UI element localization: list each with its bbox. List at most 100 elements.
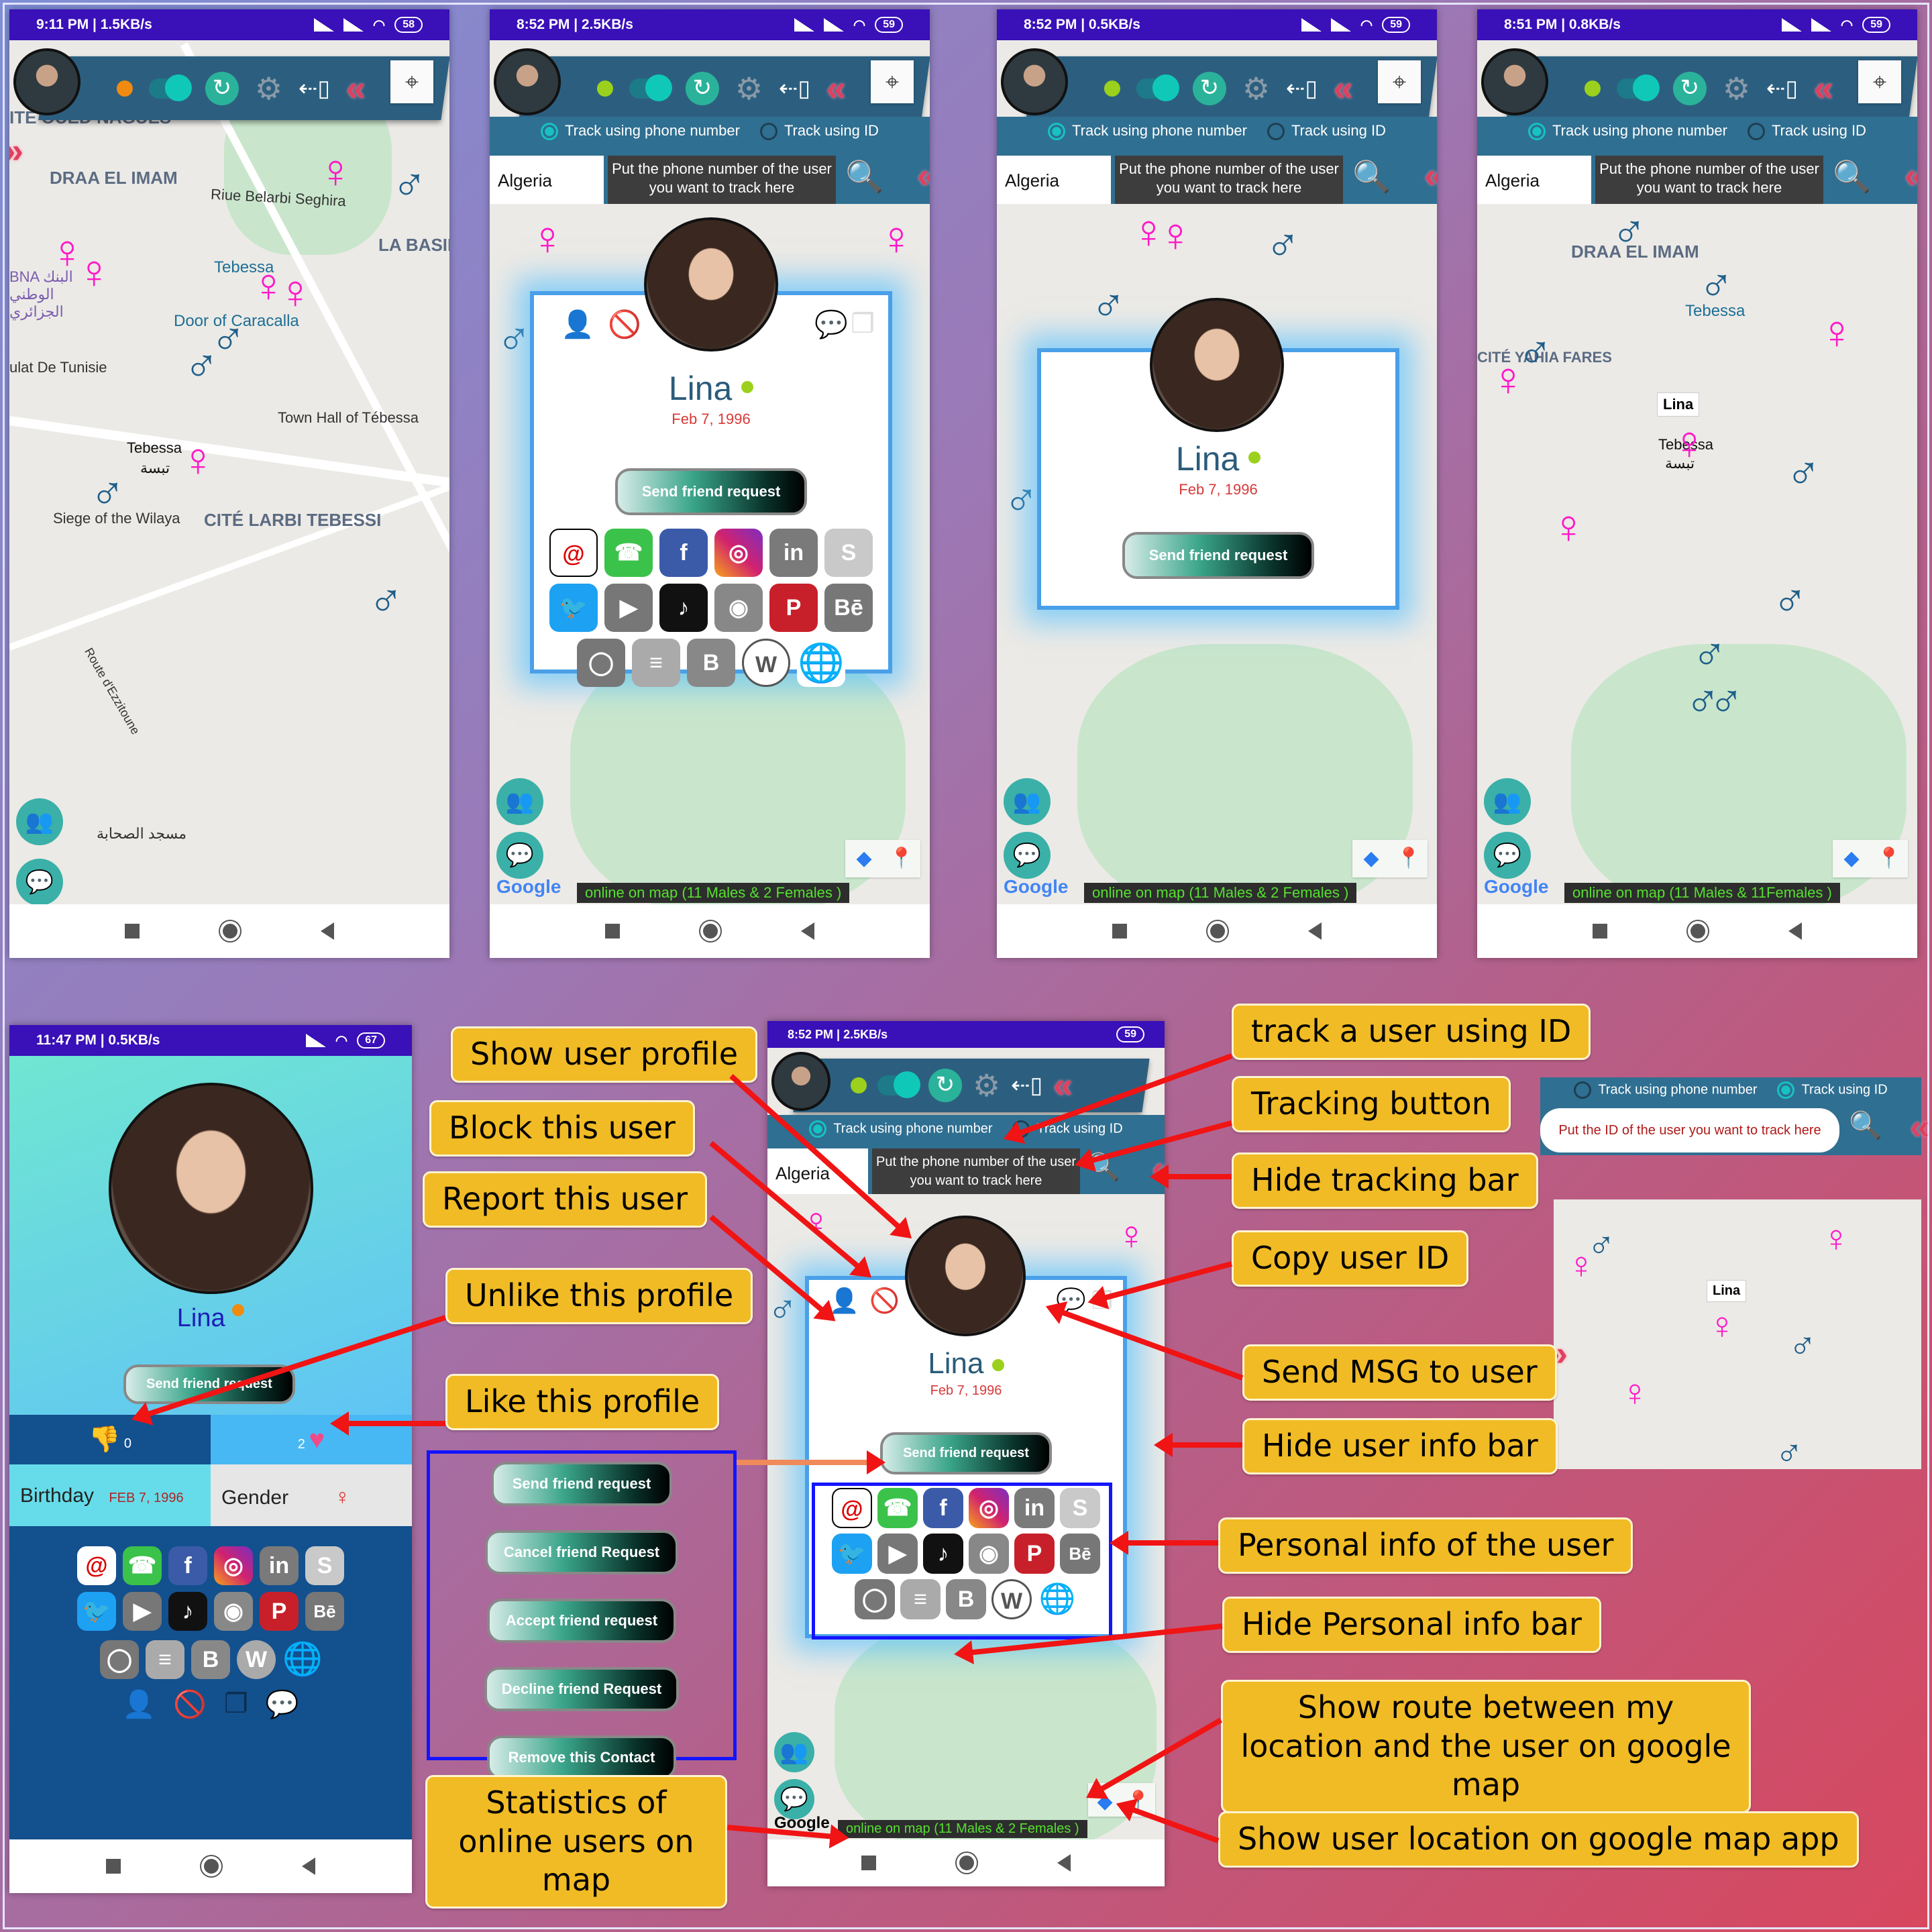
logout-door-icon[interactable]: ⇠▯ [1766,75,1798,102]
copy-id-icon[interactable]: ❐ [224,1688,248,1720]
logout-door-icon[interactable]: ⇠▯ [779,75,810,102]
recents-button[interactable] [605,924,620,938]
male-user-marker[interactable]: ♂ [1611,208,1647,255]
dislike-button[interactable]: 👎 0 [9,1415,211,1464]
male-user-marker[interactable]: ♂ [767,1289,798,1330]
refresh-icon[interactable]: ↻ [1673,71,1707,105]
male-user-marker[interactable]: ♂ [1004,476,1039,523]
female-user-marker[interactable]: ♀ [318,148,354,195]
recents-button[interactable] [1593,924,1607,938]
chat-button[interactable]: 💬 [16,859,63,904]
female-user-marker[interactable]: ♀ [1567,1246,1595,1284]
visibility-toggle[interactable] [1136,78,1177,99]
send-message-icon[interactable]: 💬 [266,1688,299,1720]
email-icon[interactable]: @ [77,1546,116,1585]
visibility-toggle[interactable] [1617,78,1657,99]
refresh-icon[interactable]: ↻ [686,71,719,105]
cancel-friend-request-button[interactable]: Cancel friend Request [484,1530,679,1574]
profile-photo[interactable] [644,217,778,352]
home-button[interactable] [201,1856,221,1876]
male-user-marker[interactable]: ♂ [1788,1327,1817,1364]
radio-track-id[interactable]: Track using ID [759,122,879,141]
female-user-marker[interactable]: ♀ [1621,1374,1649,1411]
logout-door-icon[interactable]: ⇠▯ [299,75,330,102]
contacts-button[interactable]: 👥 [496,778,543,825]
contacts-button[interactable]: 👥 [16,798,63,845]
hide-toolbar-chevron-icon[interactable]: « [826,68,834,109]
male-user-marker[interactable]: ♂ [1775,1434,1803,1470]
twitter-icon[interactable]: 🐦 [77,1592,116,1631]
my-avatar[interactable] [494,48,561,115]
male-user-marker[interactable]: ♂ [184,342,219,389]
home-button[interactable] [1688,921,1708,941]
github-icon[interactable]: ◯ [577,639,625,687]
google-maps-icon[interactable]: 📍 [1870,840,1908,877]
male-user-marker[interactable]: ♂ [1772,577,1808,624]
copy-id-icon[interactable]: ❐ [851,309,875,339]
male-user-marker[interactable]: ♂ [1692,631,1727,678]
home-button[interactable] [1208,921,1228,941]
lina-marker[interactable]: ♀ [1672,419,1707,466]
stackoverflow-icon[interactable]: ≡ [632,639,680,687]
instagram-icon[interactable]: ◎ [214,1546,253,1585]
wordpress-icon[interactable]: W [742,639,790,687]
tiktok-icon[interactable]: ♪ [659,584,708,632]
search-icon[interactable]: 🔍 [845,158,883,195]
pinterest-icon[interactable]: P [260,1592,299,1631]
google-maps-icon[interactable]: 📍 [883,840,920,877]
facebook-icon[interactable]: f [659,529,708,577]
back-button[interactable] [1308,922,1322,940]
male-user-marker[interactable]: ♂ [496,315,532,362]
blogger-icon[interactable]: B [191,1640,230,1679]
map-marker-snippet[interactable]: ♂ ♀ ♀ Lina ♀ ♂ ♀ ♂ « [1554,1199,1921,1469]
settings-gear-icon[interactable]: ⚙ [255,71,282,106]
directions-icon[interactable]: ◆ [845,840,883,877]
back-button[interactable] [1057,1854,1071,1872]
home-button[interactable] [700,921,720,941]
female-user-marker[interactable]: ♀ [278,268,313,315]
skype-icon[interactable]: S [824,529,873,577]
home-button[interactable] [220,921,240,941]
website-globe-icon[interactable]: 🌐 [282,1640,323,1679]
report-user-icon[interactable]: 👤 [122,1688,156,1720]
block-user-icon[interactable]: 🚫 [869,1287,900,1315]
radio-track-phone[interactable]: Track using phone number [1048,122,1247,141]
settings-gear-icon[interactable]: ⚙ [1723,71,1750,106]
show-bar-chevron-icon[interactable]: « [16,131,23,171]
hide-toolbar-chevron-icon[interactable]: « [1053,1065,1061,1106]
phone-input[interactable]: Put the phone number of the user you wan… [608,156,836,204]
radio-track-phone[interactable]: Track using phone number [809,1120,992,1138]
id-input[interactable]: Put the ID of the user you want to track… [1540,1108,1839,1152]
back-button[interactable] [801,922,814,940]
my-location-button[interactable]: ⌖ [1378,60,1421,103]
back-button[interactable] [1788,922,1802,940]
hide-tracking-chevron-icon[interactable]: « [1910,1107,1929,1147]
contacts-button[interactable]: 👥 [774,1732,814,1772]
female-user-marker[interactable]: ♀ [1116,1216,1146,1256]
google-maps-icon[interactable]: 📍 [1390,840,1428,877]
male-user-marker[interactable]: ♂ [1699,262,1734,309]
male-user-marker[interactable]: ♂ [392,161,427,208]
female-user-marker[interactable]: ♀ [530,215,566,262]
behance-icon[interactable]: Bē [305,1592,344,1631]
messaging-apps-icon[interactable]: ☎ [123,1546,162,1585]
my-avatar[interactable] [771,1052,830,1111]
refresh-icon[interactable]: ↻ [1193,71,1226,105]
recents-button[interactable] [1112,924,1127,938]
stackoverflow-icon[interactable]: ≡ [146,1640,184,1679]
hide-toolbar-chevron-icon[interactable]: « [1814,68,1821,109]
twitter-icon[interactable]: 🐦 [549,584,598,632]
chat-button[interactable]: 💬 [1484,832,1531,879]
discord-icon[interactable]: ◉ [714,584,763,632]
female-user-marker[interactable]: ♀ [1491,356,1526,402]
hide-toolbar-chevron-icon[interactable]: « [1334,68,1341,109]
phone-input[interactable]: Put the phone number of the user you wan… [872,1148,1080,1194]
email-icon[interactable]: @ [549,529,598,577]
back-button[interactable] [321,922,334,940]
home-button[interactable] [957,1853,977,1873]
logout-door-icon[interactable]: ⇠▯ [1011,1072,1042,1099]
send-message-icon[interactable]: 💬 [814,309,848,340]
settings-gear-icon[interactable]: ⚙ [973,1068,1000,1103]
send-friend-request-button[interactable]: Send friend request [1122,532,1315,579]
phone-input[interactable]: Put the phone number of the user you wan… [1595,156,1823,204]
